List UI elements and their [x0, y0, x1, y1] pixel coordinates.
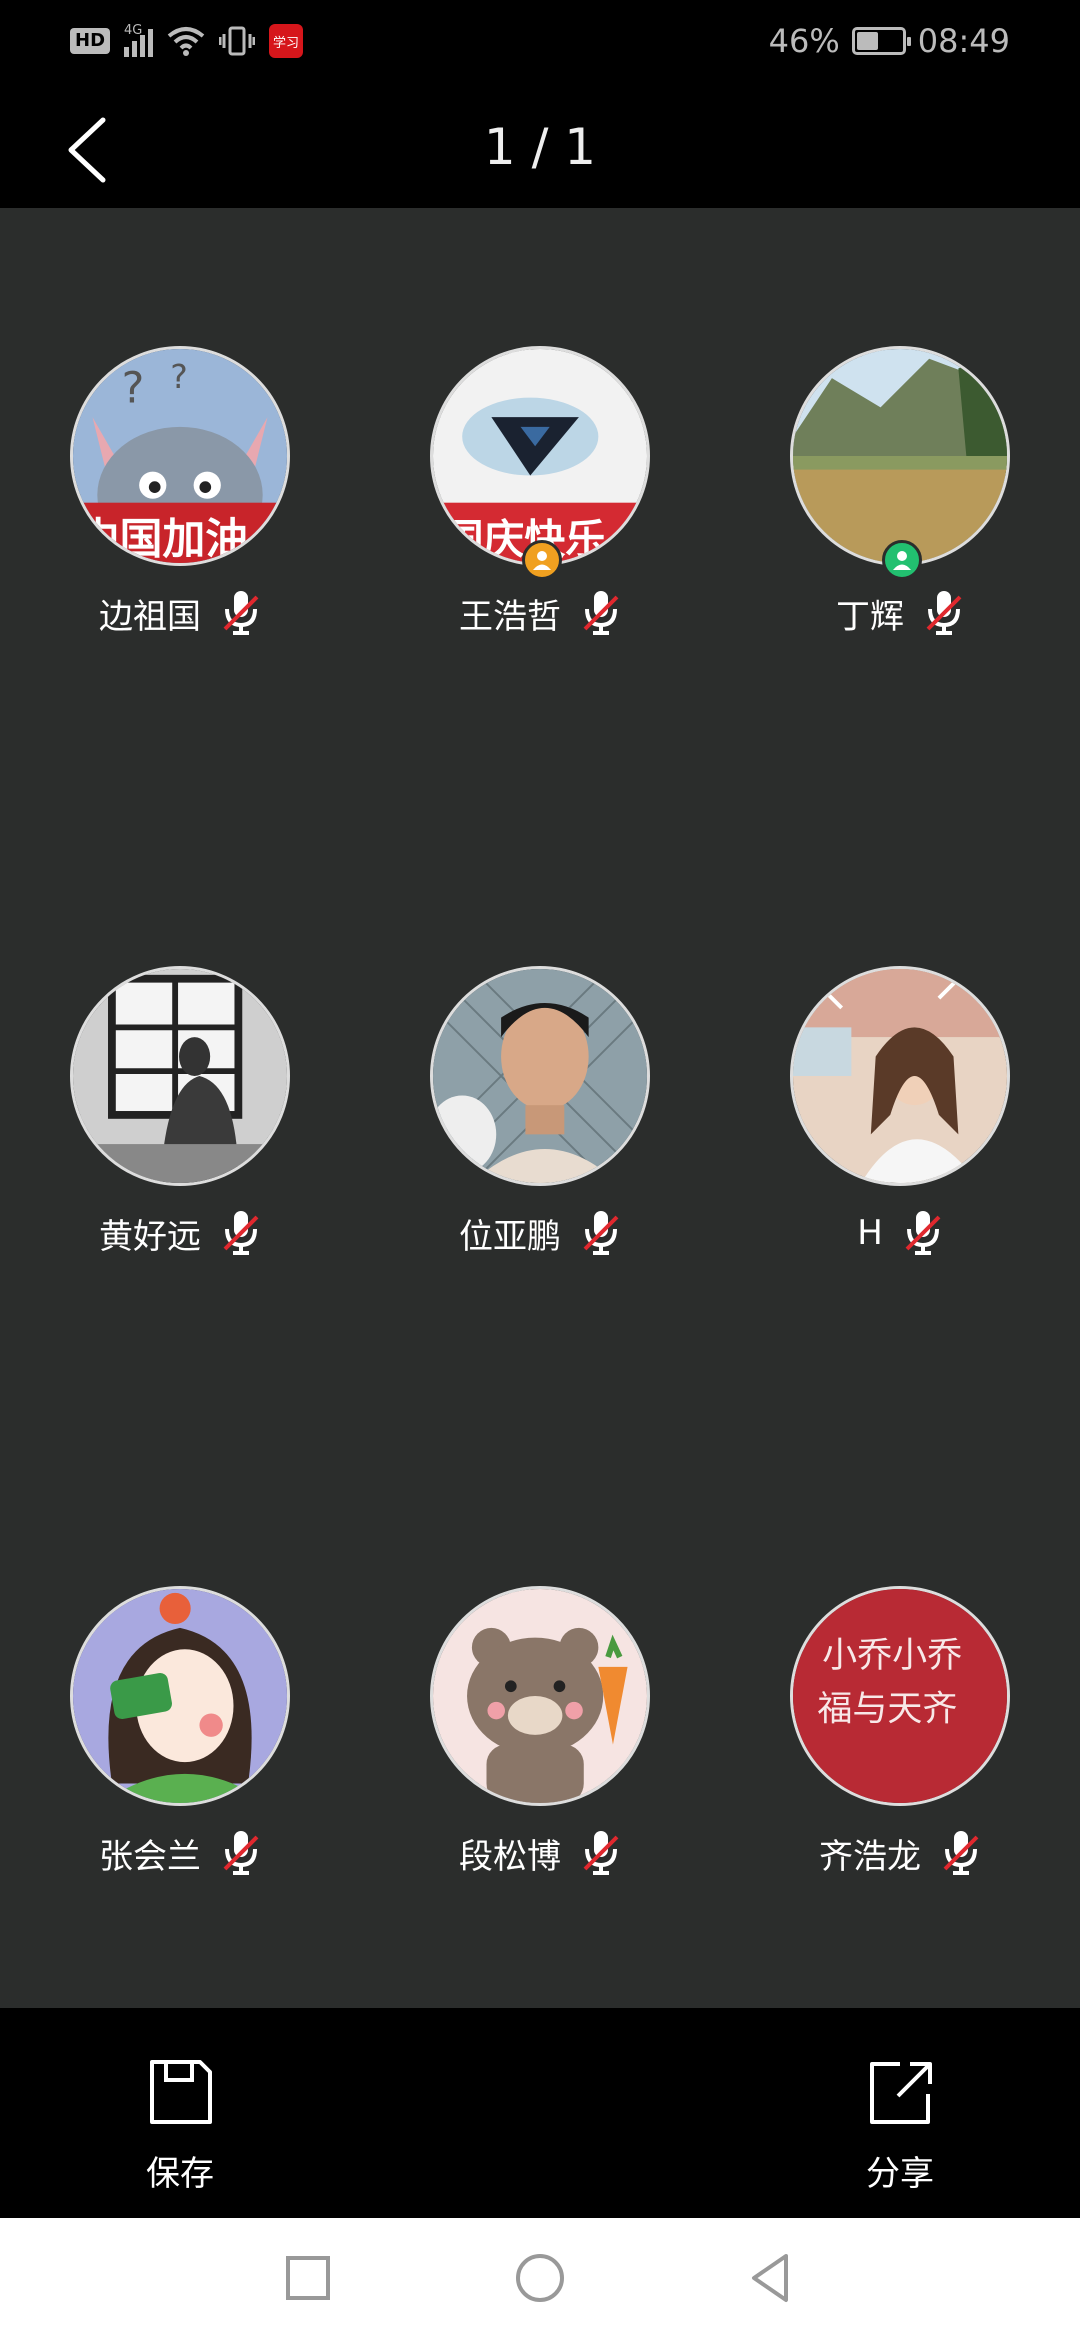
participant-name: 齐浩龙	[819, 1836, 921, 1877]
page-indicator: 1 / 1	[483, 118, 597, 176]
recent-apps-icon[interactable]	[278, 2248, 338, 2308]
muted-mic-icon	[926, 591, 962, 635]
header: 1 / 1	[0, 90, 1080, 208]
calligraphy-line-2: 福与天齐	[817, 1689, 957, 1729]
participant-name-row: 段松博	[360, 1828, 720, 1878]
network-type-label: 4G	[124, 23, 143, 38]
vibrate-icon	[219, 26, 256, 56]
save-button[interactable]: 保存	[110, 2056, 250, 2195]
cellular-signal-icon: 4G	[124, 23, 154, 57]
cat-banner-text: 中国加油	[77, 514, 248, 563]
wifi-icon	[167, 27, 205, 56]
participant-name: 张会兰	[99, 1836, 201, 1877]
battery-icon	[851, 27, 911, 55]
cartoon-bear-avatar	[430, 1586, 650, 1806]
muted-mic-icon	[583, 591, 619, 635]
muted-mic-icon	[905, 1211, 941, 1255]
portrait-woman-avatar	[790, 966, 1010, 1186]
bottom-action-bar: 保存 分享	[0, 2008, 1080, 2218]
window-silhouette-avatar	[70, 966, 290, 1186]
portrait-man-avatar	[430, 966, 650, 1186]
participant-name-row: 齐浩龙	[720, 1828, 1080, 1878]
participant-tile[interactable]: 位亚鹏	[360, 828, 720, 1257]
participant-tile[interactable]: 小乔小乔 福与天齐 齐浩龙	[720, 1448, 1080, 1877]
clock: 08:49	[917, 22, 1010, 60]
participant-name-row: 王浩哲	[360, 588, 720, 638]
participant-tile[interactable]: 张会兰	[0, 1448, 360, 1877]
system-navigation-bar	[0, 2218, 1080, 2340]
participant-name: 丁辉	[836, 596, 904, 637]
muted-mic-icon	[223, 591, 259, 635]
status-bar: HD 4G 学习 46% 08:49	[0, 0, 1080, 90]
muted-mic-icon	[583, 1831, 619, 1875]
muted-mic-icon	[943, 1831, 979, 1875]
participant-name-row: 张会兰	[0, 1828, 360, 1878]
triangle-logo-avatar: 国庆快乐	[430, 346, 650, 566]
participant-grid: ? ? 中国加油 边祖国 国庆快乐 王浩哲 丁辉 黄好远 位亚鹏 H 张会兰 段…	[0, 208, 1080, 2214]
share-button[interactable]: 分享	[830, 2056, 970, 2195]
study-app-notification-icon: 学习	[269, 24, 304, 58]
status-icons-right: 46% 08:49	[769, 22, 1010, 60]
svg-text:?: ?	[170, 357, 188, 396]
participant-name: 位亚鹏	[459, 1216, 561, 1257]
participant-name: H	[857, 1213, 883, 1253]
share-label: 分享	[866, 2154, 934, 2194]
home-icon[interactable]	[510, 2248, 570, 2308]
participant-name-row: 边祖国	[0, 588, 360, 638]
cartoon-cat-avatar: ? ? 中国加油	[70, 346, 290, 566]
participant-name-row: 黄好远	[0, 1208, 360, 1258]
participant-name-row: 位亚鹏	[360, 1208, 720, 1258]
hd-icon: HD	[70, 28, 111, 54]
system-back-icon[interactable]	[742, 2248, 802, 2308]
participant-name: 王浩哲	[459, 596, 561, 637]
participant-name-row: 丁辉	[720, 588, 1080, 638]
status-icons-left: HD 4G 学习	[70, 23, 304, 58]
muted-mic-icon	[583, 1211, 619, 1255]
participant-tile[interactable]: ? ? 中国加油 边祖国	[0, 208, 360, 637]
svg-text:?: ?	[122, 364, 145, 414]
landscape-river-avatar	[790, 346, 1010, 566]
share-icon	[870, 2062, 932, 2124]
participant-name: 段松博	[459, 1836, 561, 1877]
muted-mic-icon	[223, 1831, 259, 1875]
participant-tile[interactable]: 国庆快乐 王浩哲	[360, 208, 720, 637]
calligraphy-line-1: 小乔小乔	[822, 1636, 962, 1676]
participant-name-row: H	[720, 1208, 1080, 1258]
participant-tile[interactable]: H	[720, 828, 1080, 1255]
participant-tile[interactable]: 黄好远	[0, 828, 360, 1257]
cartoon-girl-avatar	[70, 1586, 290, 1806]
save-icon	[150, 2060, 212, 2124]
participant-name: 边祖国	[99, 596, 201, 637]
participant-tile[interactable]: 丁辉	[720, 208, 1080, 637]
participant-name: 黄好远	[99, 1216, 201, 1257]
participant-tile[interactable]: 段松博	[360, 1448, 720, 1877]
red-calligraphy-avatar: 小乔小乔 福与天齐	[790, 1586, 1010, 1806]
host-badge-icon	[522, 540, 562, 580]
battery-percent: 46%	[768, 22, 840, 60]
muted-mic-icon	[223, 1211, 259, 1255]
cohost-badge-icon	[882, 540, 922, 580]
save-label: 保存	[146, 2154, 214, 2194]
